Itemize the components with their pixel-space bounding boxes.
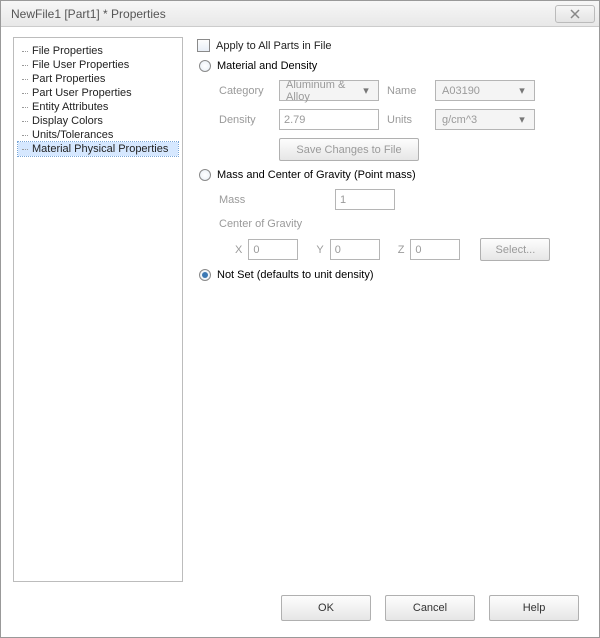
tree-item[interactable]: Units/Tolerances: [18, 128, 178, 142]
units-combo[interactable]: g/cm^3 ▾: [435, 109, 535, 130]
category-tree[interactable]: File Properties File User Properties Par…: [13, 37, 183, 582]
density-label: Density: [219, 114, 271, 126]
cg-label: Center of Gravity: [219, 218, 302, 230]
tree-item[interactable]: Display Colors: [18, 114, 178, 128]
y-label: Y: [316, 244, 323, 256]
titlebar: NewFile1 [Part1] * Properties: [1, 1, 599, 27]
chevron-down-icon: ▾: [514, 84, 530, 97]
cg-z-input[interactable]: [410, 239, 460, 260]
radio-mass-cg[interactable]: [199, 169, 211, 181]
chevron-down-icon: ▾: [358, 84, 374, 97]
properties-dialog: NewFile1 [Part1] * Properties File Prope…: [0, 0, 600, 638]
category-label: Category: [219, 85, 271, 97]
tree-item[interactable]: Entity Attributes: [18, 100, 178, 114]
radio-not-set[interactable]: [199, 269, 211, 281]
units-label: Units: [387, 114, 427, 126]
ok-button[interactable]: OK: [281, 595, 371, 621]
z-label: Z: [398, 244, 405, 256]
name-combo[interactable]: A03190 ▾: [435, 80, 535, 101]
save-changes-button[interactable]: Save Changes to File: [279, 138, 419, 161]
x-label: X: [235, 244, 242, 256]
close-button[interactable]: [555, 5, 595, 23]
material-density-label: Material and Density: [217, 60, 317, 72]
cg-x-input[interactable]: [248, 239, 298, 260]
select-button[interactable]: Select...: [480, 238, 550, 261]
mass-label: Mass: [219, 194, 271, 206]
dialog-footer: OK Cancel Help: [1, 589, 599, 637]
apply-all-label: Apply to All Parts in File: [216, 40, 332, 52]
help-button[interactable]: Help: [489, 595, 579, 621]
close-icon: [569, 9, 581, 19]
name-label: Name: [387, 85, 427, 97]
tree-item[interactable]: Part User Properties: [18, 86, 178, 100]
tree-item[interactable]: File Properties: [18, 44, 178, 58]
mass-input[interactable]: [335, 189, 395, 210]
window-title: NewFile1 [Part1] * Properties: [11, 7, 555, 21]
density-input[interactable]: [279, 109, 379, 130]
chevron-down-icon: ▾: [514, 113, 530, 126]
mass-cg-label: Mass and Center of Gravity (Point mass): [217, 169, 416, 181]
cancel-button[interactable]: Cancel: [385, 595, 475, 621]
main-panel: Apply to All Parts in File Material and …: [193, 37, 587, 589]
tree-item[interactable]: File User Properties: [18, 58, 178, 72]
not-set-label: Not Set (defaults to unit density): [217, 269, 374, 281]
category-combo[interactable]: Aluminum & Alloy ▾: [279, 80, 379, 101]
radio-material-density[interactable]: [199, 60, 211, 72]
apply-all-checkbox[interactable]: [197, 39, 210, 52]
tree-item-selected[interactable]: Material Physical Properties: [18, 142, 178, 156]
cg-y-input[interactable]: [330, 239, 380, 260]
tree-item[interactable]: Part Properties: [18, 72, 178, 86]
